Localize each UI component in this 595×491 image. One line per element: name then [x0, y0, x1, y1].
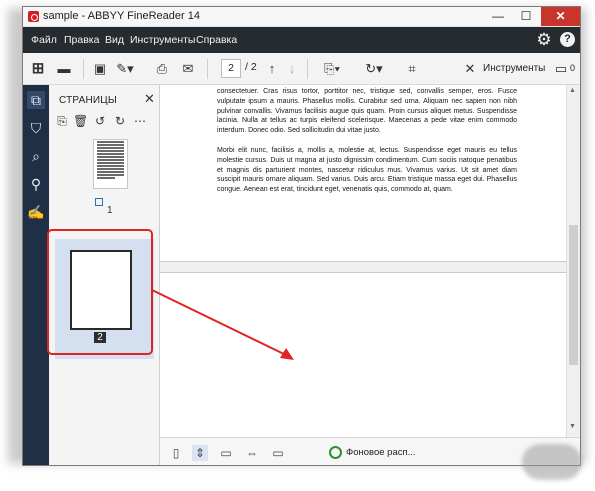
background-recognition-status[interactable]: Фоновое расп...: [346, 447, 416, 458]
help-icon[interactable]: ?: [560, 32, 575, 47]
add-page-icon[interactable]: ⎘▾: [319, 59, 345, 79]
minimize-button[interactable]: —: [485, 7, 511, 26]
toolbar-divider: [83, 59, 84, 79]
signature-icon[interactable]: ✍: [27, 203, 45, 221]
page-total: / 2: [245, 61, 257, 73]
add-page-icon[interactable]: ⎘: [55, 113, 69, 129]
menu-tools[interactable]: Инструменты: [130, 34, 195, 46]
comments-count: 0: [570, 63, 576, 73]
menu-edit[interactable]: Правка: [64, 34, 99, 46]
page-thumbnail-1[interactable]: [93, 139, 128, 189]
fit-page-icon[interactable]: ⇔: [244, 445, 260, 461]
page-thumbnail-number: 1: [107, 205, 113, 216]
delete-page-icon[interactable]: 🗑: [73, 113, 88, 129]
maximize-button[interactable]: ☐: [513, 7, 539, 26]
save-as-icon[interactable]: ✎▾: [113, 59, 137, 79]
scroll-up-icon[interactable]: ▲: [569, 87, 576, 94]
tools-icon[interactable]: ✕: [461, 59, 479, 79]
vertical-scrollbar[interactable]: ▲ ▼: [566, 85, 580, 437]
document-view[interactable]: consectetuer. Cras risus tortor, porttit…: [160, 85, 566, 437]
toolbar-divider: [307, 59, 308, 79]
comments-icon[interactable]: ▭: [553, 59, 569, 79]
page-number-input[interactable]: 2: [221, 59, 241, 78]
title-bar: sample - ABBYY FineReader 14 — ☐ ✕: [23, 7, 580, 27]
fit-width-icon[interactable]: ⇕: [192, 445, 208, 461]
gear-icon[interactable]: ⚙: [535, 31, 553, 49]
page-separator: [160, 261, 566, 273]
toolbar-divider: [207, 59, 208, 79]
background-recognition-icon: [329, 446, 342, 459]
menu-help[interactable]: Справка: [196, 34, 237, 46]
single-page-view-icon[interactable]: ▯: [168, 445, 184, 461]
menu-file[interactable]: Файл: [31, 34, 57, 46]
bookmarks-icon[interactable]: ⛉: [27, 119, 45, 137]
open-folder-icon[interactable]: ▬: [55, 59, 73, 79]
rotate-icon[interactable]: ↻▾: [361, 59, 387, 79]
document-paragraph: consectetuer. Cras risus tortor, porttit…: [217, 88, 517, 135]
menu-view[interactable]: Вид: [105, 34, 124, 46]
attachments-icon[interactable]: ⚲: [27, 175, 45, 193]
full-screen-icon[interactable]: ▭: [270, 445, 286, 461]
watermark-logo: [510, 430, 595, 491]
pages-panel-title: СТРАНИЦЫ: [59, 95, 117, 106]
main-toolbar: ⊞ ▬ ▣ ✎▾ ⎙ ✉ 2 / 2 ↑ ↓ ⎘▾ ↻▾ ⌗ ✕ Инструм…: [23, 53, 580, 85]
menu-bar: Файл Правка Вид Инструменты Справка ⚙ ?: [23, 27, 580, 53]
print-icon[interactable]: ⎙: [153, 59, 171, 79]
close-panel-icon[interactable]: ✕: [144, 91, 155, 107]
next-page-icon[interactable]: ↓: [285, 59, 299, 79]
previous-page-icon[interactable]: ↑: [265, 59, 279, 79]
pages-panel-toolbar: ⎘ 🗑 ↺ ↻ ⋯: [55, 113, 155, 131]
close-button[interactable]: ✕: [541, 7, 580, 26]
rotate-left-icon[interactable]: ↺: [93, 113, 107, 129]
document-paragraph: Morbi elit nunc, facilisis a, mollis a, …: [217, 146, 517, 194]
page-view-icon[interactable]: ▭: [218, 445, 234, 461]
tools-button[interactable]: Инструменты: [483, 63, 545, 74]
crop-icon[interactable]: ⌗: [403, 59, 421, 79]
save-icon[interactable]: ▣: [91, 59, 109, 79]
scroll-down-icon[interactable]: ▼: [569, 423, 576, 430]
screenshot-stage: sample - ABBYY FineReader 14 — ☐ ✕ Файл …: [0, 0, 595, 491]
abbyy-app-icon: [28, 11, 39, 22]
scrollbar-thumb[interactable]: [569, 225, 578, 365]
search-icon[interactable]: ⌕: [27, 147, 45, 165]
pages-icon[interactable]: ⧉: [27, 91, 45, 109]
rotate-right-icon[interactable]: ↻: [113, 113, 127, 129]
left-navigation-rail: ⧉ ⛉ ⌕ ⚲ ✍: [23, 85, 49, 465]
page-copy-icon: [95, 198, 103, 206]
email-icon[interactable]: ✉: [179, 59, 197, 79]
new-document-icon[interactable]: ⊞: [29, 59, 47, 79]
more-options-icon[interactable]: ⋯: [133, 113, 147, 129]
annotation-highlight-box: [47, 229, 153, 355]
window-title: sample - ABBYY FineReader 14: [43, 10, 200, 22]
document-text-block: consectetuer. Cras risus tortor, porttit…: [217, 87, 517, 205]
